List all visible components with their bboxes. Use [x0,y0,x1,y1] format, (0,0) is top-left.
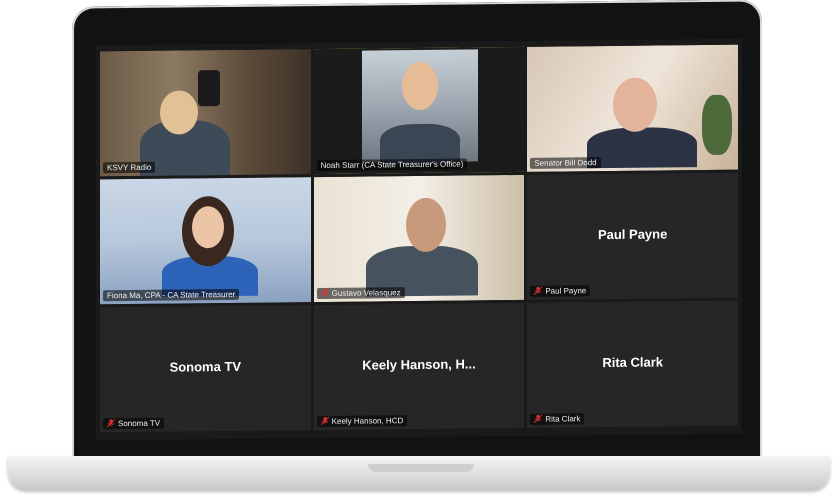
participant-name: Senator Bill Dodd [534,158,597,168]
name-tag: Gustavo Velasquez [316,287,405,300]
participant-grid: KSVY Radio Noah Starr (CA State Treasure… [100,44,738,433]
laptop-notch [368,464,474,472]
name-tag: Keely Hanson, HCD [316,415,408,428]
participant-tile-gustavo-velasquez[interactable]: Gustavo Velasquez [313,174,525,303]
name-tag: KSVY Radio [103,161,156,174]
muted-microphone-icon [320,416,329,426]
participant-name: KSVY Radio [107,162,152,173]
participant-tile-paul-payne[interactable]: Paul Payne Paul Payne [527,172,738,300]
participant-display-name: Sonoma TV [169,358,242,375]
participant-display-name: Rita Clark [602,353,664,370]
participant-name: Rita Clark [545,414,581,424]
name-tag: Rita Clark [530,413,585,425]
name-tag: Senator Bill Dodd [530,157,601,169]
laptop-base [8,456,830,490]
participant-tile-ksvy-radio[interactable]: KSVY Radio [100,49,311,177]
participant-tile-bill-dodd[interactable]: Senator Bill Dodd [527,44,738,172]
participant-tile-rita-clark[interactable]: Rita Clark Rita Clark [527,300,738,428]
participant-name: Gustavo Velasquez [331,288,401,298]
participant-display-name: Paul Payne [597,225,668,242]
participant-video [100,49,311,177]
microphone-icon [198,70,220,107]
zoom-gallery-screen: KSVY Radio Noah Starr (CA State Treasure… [96,38,742,441]
participant-name: Paul Payne [545,286,587,296]
muted-microphone-icon [534,286,543,296]
participant-video [100,177,311,305]
participant-tile-fiona-ma[interactable]: Fiona Ma, CPA - CA State Treasurer [100,177,311,305]
participant-tile-sonoma-tv[interactable]: Sonoma TV Sonoma TV [100,305,311,433]
participant-video [313,174,525,303]
participant-tile-noah-starr[interactable]: Noah Starr (CA State Treasurer's Office) [313,46,525,175]
participant-video [313,46,525,175]
participant-name: Noah Starr (CA State Treasurer's Office) [320,159,464,171]
muted-microphone-icon [107,419,115,428]
name-tag: Fiona Ma, CPA - CA State Treasurer [103,288,240,302]
participant-name: Fiona Ma, CPA - CA State Treasurer [107,289,236,301]
participant-video [527,44,738,172]
participant-name: Sonoma TV [118,418,161,429]
participant-tile-keely-hanson[interactable]: Keely Hanson, H... Keely Hanson, HCD [313,302,525,431]
name-tag: Noah Starr (CA State Treasurer's Office) [316,158,468,172]
muted-microphone-icon [534,414,543,424]
name-tag: Paul Payne [530,285,591,297]
muted-microphone-icon [320,288,329,298]
participant-display-name: Keely Hanson, H... [362,355,476,373]
name-tag: Sonoma TV [103,417,165,430]
participant-name: Keely Hanson, HCD [331,416,404,426]
